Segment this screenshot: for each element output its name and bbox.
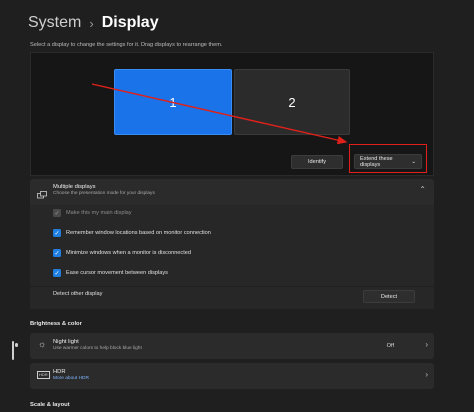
multiple-displays-options: ✓ Make this my main display ✓ Remember w… [30, 205, 434, 309]
option-label: Ease cursor movement between displays [66, 270, 168, 276]
option-minimize-windows[interactable]: ✓ Minimize windows when a monitor is dis… [53, 249, 434, 257]
night-light-row[interactable]: ☼ Night light Use warmer colors to help … [12, 333, 434, 360]
night-light-title: Night light [53, 339, 79, 345]
chevron-right-icon[interactable]: › [425, 340, 428, 349]
option-main-display[interactable]: ✓ Make this my main display [53, 209, 434, 217]
multiple-displays-header[interactable]: Multiple displays Choose the presentatio… [30, 179, 434, 205]
night-light-subtitle: Use warmer colors to help block blue lig… [53, 346, 142, 351]
hdr-icon: HDR [37, 371, 50, 379]
checkbox-checked-icon: ✓ [53, 229, 61, 237]
multiple-displays-icon [37, 187, 47, 205]
multiple-displays-title: Multiple displays [53, 184, 96, 190]
option-ease-cursor[interactable]: ✓ Ease cursor movement between displays [53, 269, 434, 277]
checkbox-checked-icon: ✓ [53, 269, 61, 277]
chevron-up-icon[interactable]: ⌃ [419, 185, 426, 194]
checkbox-checked-icon: ✓ [53, 249, 61, 257]
more-about-hdr-link[interactable]: More about HDR [53, 376, 89, 381]
hdr-title: HDR [53, 369, 66, 375]
option-label: Minimize windows when a monitor is disco… [66, 250, 191, 256]
scale-section-title: Scale & layout [30, 402, 70, 408]
sun-icon: ☼ [38, 339, 47, 349]
option-label: Remember window locations based on monit… [66, 230, 211, 236]
multiple-displays-subtitle: Choose the presentation mode for your di… [53, 191, 155, 196]
option-label: Make this my main display [66, 210, 132, 216]
detect-button[interactable]: Detect [363, 290, 415, 303]
detect-label: Detect other display [53, 291, 103, 297]
brightness-section-title: Brightness & color [30, 321, 82, 327]
hdr-row[interactable]: HDR HDR More about HDR › [30, 363, 434, 389]
night-light-toggle[interactable] [12, 341, 14, 360]
night-light-state: Off [386, 343, 394, 349]
divider [30, 286, 434, 287]
option-remember-windows[interactable]: ✓ Remember window locations based on mon… [53, 229, 434, 237]
chevron-right-icon[interactable]: › [425, 370, 428, 379]
checkbox-checked-icon: ✓ [53, 209, 61, 217]
